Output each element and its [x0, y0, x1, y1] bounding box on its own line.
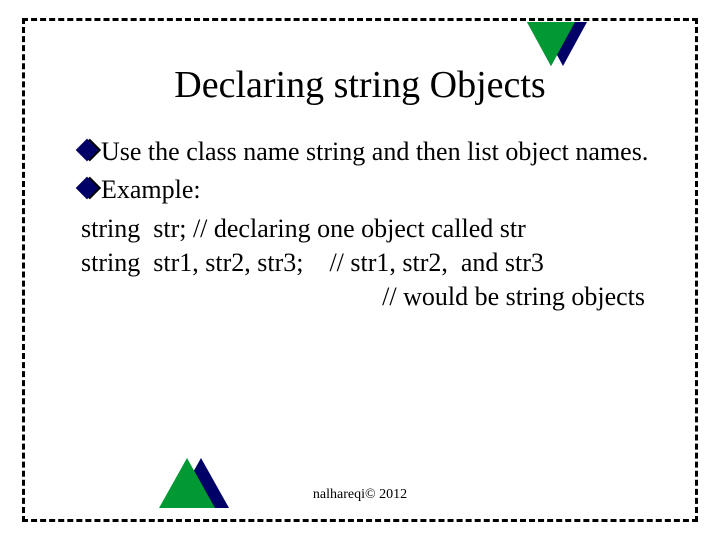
- slide-title: Declaring string Objects: [25, 63, 695, 107]
- code-line-3: // would be string objects: [79, 280, 655, 314]
- footer-text: nalhareqi© 2012: [25, 487, 695, 503]
- diamond-bullet-icon: [76, 177, 99, 200]
- diamond-bullet-icon: [76, 139, 99, 162]
- triangle-down-front-icon: [527, 22, 575, 66]
- code-line-2: string str1, str2, str3; // str1, str2, …: [79, 246, 655, 280]
- bullet-1-posttext: and then list object names.: [365, 137, 648, 166]
- slide-border: Declaring string Objects Use the class n…: [22, 18, 698, 522]
- bullet-2-text: Example:: [101, 175, 201, 204]
- bullet-line-2: Example:: [79, 173, 655, 207]
- bullet-line-1: Use the class name string and then list …: [79, 135, 655, 169]
- slide-content: Use the class name string and then list …: [25, 135, 695, 315]
- code-line-1: string str; // declaring one object call…: [79, 212, 655, 246]
- bullet-1-pretext: Use the class name: [101, 137, 306, 166]
- bullet-1-keyword: string: [306, 137, 365, 166]
